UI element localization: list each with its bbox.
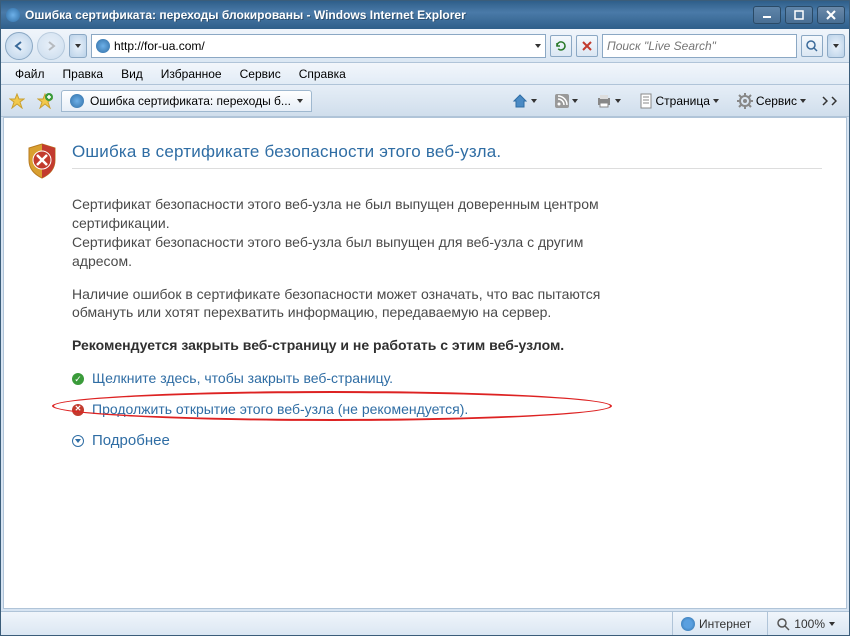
continue-link[interactable]: Продолжить открытие этого веб-узла (не р… xyxy=(92,400,468,419)
more-info-link[interactable]: Подробнее xyxy=(92,431,170,451)
tab-current[interactable]: Ошибка сертификата: переходы б... xyxy=(61,90,312,112)
cert-error-title: Ошибка в сертификате безопасности этого … xyxy=(72,142,822,162)
menu-view[interactable]: Вид xyxy=(113,65,151,83)
page-button[interactable]: Страница xyxy=(635,91,723,111)
toolbar-chevron[interactable] xyxy=(820,96,839,106)
zoom-dropdown-icon[interactable] xyxy=(829,622,835,626)
tab-dropdown-icon[interactable] xyxy=(297,99,303,103)
security-zone[interactable]: Интернет xyxy=(672,612,759,635)
address-dropdown-icon[interactable] xyxy=(535,44,541,48)
menu-edit[interactable]: Правка xyxy=(55,65,112,83)
url-input[interactable] xyxy=(114,39,531,53)
shield-icon xyxy=(26,142,58,180)
search-box[interactable] xyxy=(602,34,797,58)
menu-file[interactable]: Файл xyxy=(7,65,53,83)
cert-recommendation: Рекомендуется закрыть веб-страницу и не … xyxy=(72,336,632,355)
page-icon xyxy=(96,39,110,53)
zoom-level: 100% xyxy=(794,617,825,631)
close-page-link-row: ✓ Щелкните здесь, чтобы закрыть веб-стра… xyxy=(72,369,632,388)
status-bar: Интернет 100% xyxy=(1,611,849,635)
refresh-button[interactable] xyxy=(550,35,572,57)
menu-help[interactable]: Справка xyxy=(291,65,354,83)
tab-label: Ошибка сертификата: переходы б... xyxy=(90,94,291,108)
menu-bar: Файл Правка Вид Избранное Сервис Справка xyxy=(1,63,849,85)
browser-window: Ошибка сертификата: переходы блокированы… xyxy=(0,0,850,636)
search-input[interactable] xyxy=(607,39,792,53)
print-button[interactable] xyxy=(592,92,625,110)
check-icon: ✓ xyxy=(72,373,84,385)
close-page-link[interactable]: Щелкните здесь, чтобы закрыть веб-страни… xyxy=(92,369,393,388)
stop-button[interactable] xyxy=(576,35,598,57)
navigation-bar xyxy=(1,29,849,63)
warning-icon: ✕ xyxy=(72,404,84,416)
expand-icon[interactable] xyxy=(72,435,84,447)
window-buttons xyxy=(753,6,845,24)
tools-label: Сервис xyxy=(756,94,797,108)
globe-icon xyxy=(681,617,695,631)
tools-button[interactable]: Сервис xyxy=(733,91,810,111)
command-bar: Страница Сервис xyxy=(508,91,845,111)
address-bar[interactable] xyxy=(91,34,546,58)
favorites-star-button[interactable] xyxy=(5,89,29,113)
zoom-icon xyxy=(776,617,790,631)
close-button[interactable] xyxy=(817,6,845,24)
cert-paragraph-2: Сертификат безопасности этого веб-узла б… xyxy=(72,234,583,269)
cert-paragraph-3: Наличие ошибок в сертификате безопасност… xyxy=(72,285,632,323)
page-label: Страница xyxy=(656,94,710,108)
search-button[interactable] xyxy=(801,35,823,57)
menu-favorites[interactable]: Избранное xyxy=(153,65,230,83)
content-area: Ошибка в сертификате безопасности этого … xyxy=(3,117,847,609)
recent-pages-button[interactable] xyxy=(69,34,87,58)
certificate-error-page: Ошибка в сертификате безопасности этого … xyxy=(4,118,846,487)
forward-button[interactable] xyxy=(37,32,65,60)
window-title: Ошибка сертификата: переходы блокированы… xyxy=(25,8,753,22)
home-button[interactable] xyxy=(508,91,541,111)
feeds-button[interactable] xyxy=(551,92,582,110)
tab-ie-icon xyxy=(70,94,84,108)
tab-bar: Ошибка сертификата: переходы б... Страни… xyxy=(1,85,849,117)
add-favorite-button[interactable] xyxy=(33,89,57,113)
titlebar: Ошибка сертификата: переходы блокированы… xyxy=(1,1,849,29)
cert-paragraph-1: Сертификат безопасности этого веб-узла н… xyxy=(72,196,599,231)
ie-icon xyxy=(5,7,21,23)
continue-link-row: ✕ Продолжить открытие этого веб-узла (не… xyxy=(72,400,632,419)
divider xyxy=(72,168,822,169)
maximize-button[interactable] xyxy=(785,6,813,24)
menu-tools[interactable]: Сервис xyxy=(232,65,289,83)
more-info-row: Подробнее xyxy=(72,431,632,451)
search-options-button[interactable] xyxy=(827,34,845,58)
zoom-control[interactable]: 100% xyxy=(767,612,843,635)
zone-label: Интернет xyxy=(699,617,751,631)
minimize-button[interactable] xyxy=(753,6,781,24)
back-button[interactable] xyxy=(5,32,33,60)
